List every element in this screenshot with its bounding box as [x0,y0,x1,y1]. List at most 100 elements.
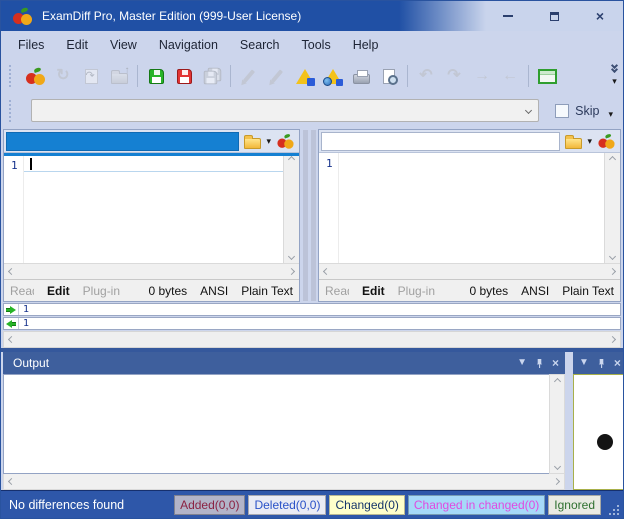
statistics-menu-arrow-icon[interactable]: ▼ [579,358,589,368]
resize-grip[interactable] [607,503,619,515]
statistics-content [573,374,624,490]
statistics-panel-header[interactable]: ▼ × [573,352,624,374]
toolbar-grip[interactable] [9,65,13,87]
output-horizontal-scrollbar[interactable] [3,474,565,490]
toolbar: ↻ ↑ ↶↷→← ▾ [1,59,623,93]
output-pin-icon[interactable] [535,358,544,369]
compare-second-icon[interactable] [598,134,614,148]
open-second-file-folder-icon[interactable] [565,138,582,149]
pane-status-edit[interactable]: Edit [362,284,385,298]
menu-navigation[interactable]: Navigation [148,33,229,57]
caption-buttons: × [485,1,623,31]
menu-help[interactable]: Help [342,33,390,57]
first-file-path-box[interactable] [6,132,239,151]
second-current-line [339,153,604,169]
output-panel-title: Output [13,356,49,370]
swap-panes-button[interactable] [77,63,105,90]
toolbar-separator [528,65,529,87]
open-files-button[interactable]: ↑ [105,63,133,90]
second-line-text: 1 [19,318,620,329]
status-message: No differences found [9,498,124,512]
save-differences-html-icon [323,68,343,85]
compare-first-icon[interactable] [277,134,293,148]
save-first-file-button[interactable] [142,63,170,90]
scroll-up-icon [553,378,560,385]
first-pane-statusbar: ReadEditPlug-in0 bytesANSIPlain Text [4,279,299,301]
undo-button[interactable]: ↶ [412,63,440,90]
toolbar-separator [407,65,408,87]
skip-options-arrow[interactable]: ▾ [608,109,613,120]
file-path-combobox[interactable] [31,99,539,122]
pane-splitter[interactable] [300,129,318,302]
output-menu-arrow-icon[interactable]: ▼ [517,358,527,368]
statistics-panel: ▼ × [573,352,624,490]
pane-status-plug-in[interactable]: Plug-in [398,284,435,298]
badge-deleted: Deleted(0,0) [248,495,326,515]
path-bar-grip[interactable] [9,100,13,122]
maximize-button[interactable] [531,1,577,31]
second-file-recent-arrow-icon[interactable]: ▾ [587,136,592,147]
previous-difference-button[interactable]: ← [496,63,524,90]
line-viewer-scrollbar[interactable] [3,331,621,348]
menu-tools[interactable]: Tools [291,33,342,57]
second-edit-area[interactable] [339,153,604,263]
close-button[interactable]: × [577,1,623,31]
open-first-file-folder-icon[interactable] [244,138,261,149]
copy-right-button[interactable] [4,304,19,315]
compare-button[interactable] [21,63,49,90]
toolbar-overflow-button[interactable]: ▾ [612,65,619,87]
pane-status-read[interactable]: Read [10,284,34,298]
output-vertical-scrollbar[interactable] [549,374,565,474]
next-difference-button[interactable]: → [468,63,496,90]
pane-status-0-bytes: 0 bytes [148,284,187,298]
print-button[interactable] [347,63,375,90]
save-second-file-button[interactable] [170,63,198,90]
edit-first-file-button[interactable] [235,63,263,90]
first-horizontal-scrollbar[interactable] [4,263,299,279]
pane-status-read[interactable]: Read [325,284,349,298]
edit-second-file-button[interactable] [263,63,291,90]
first-file-recent-arrow-icon[interactable]: ▾ [266,136,271,147]
menu-edit[interactable]: Edit [55,33,99,57]
skip-checkbox[interactable] [555,104,569,118]
toolbar-buttons: ↻ ↑ ↶↷→← [21,63,561,90]
second-file-editor[interactable]: 1 [319,153,620,263]
compare-panes: ▾ 1 ReadEditPlug-in0 bytesANSIPlain Text [1,128,623,302]
statusbar: No differences found Added(0,0)Deleted(0… [1,490,623,518]
toolbar-separator [137,65,138,87]
output-close-icon[interactable]: × [552,357,559,369]
statistics-pin-icon[interactable] [597,358,606,369]
first-line-row[interactable]: 1 [3,303,621,316]
pane-status-edit[interactable]: Edit [47,284,70,298]
second-file-path-box[interactable] [321,132,560,151]
minimize-button[interactable] [485,1,531,31]
first-edit-area[interactable] [24,153,283,263]
close-icon: × [596,9,604,23]
panes-view-button[interactable] [533,63,561,90]
panel-divider[interactable] [565,352,573,490]
save-both-files-button[interactable] [198,63,226,90]
second-vertical-scrollbar[interactable] [604,153,620,263]
menu-view[interactable]: View [99,33,148,57]
badge-changed-in-changed: Changed in changed(0) [408,495,545,515]
toolbar-options-arrow-icon: ▾ [612,76,617,87]
redo-button[interactable]: ↷ [440,63,468,90]
recompare-button[interactable]: ↻ [49,63,77,90]
pane-status-0-bytes: 0 bytes [469,284,508,298]
copy-left-button[interactable] [4,318,19,329]
menu-search[interactable]: Search [229,33,291,57]
menubar: FilesEditViewNavigationSearchToolsHelp [1,31,623,59]
second-horizontal-scrollbar[interactable] [319,263,620,279]
pane-status-plug-in[interactable]: Plug-in [83,284,120,298]
save-differences-html-button[interactable] [319,63,347,90]
save-differences-button[interactable] [291,63,319,90]
print-preview-button[interactable] [375,63,403,90]
second-line-row[interactable]: 1 [3,317,621,330]
output-panel-header[interactable]: Output ▼ × [3,352,565,374]
output-text-area[interactable] [3,374,549,474]
second-file-pane: ▾ 1 ReadEditPlug-in0 bytesANSIPlain Text [318,129,621,302]
first-file-editor[interactable]: 1 [4,153,299,263]
menu-files[interactable]: Files [7,33,55,57]
statistics-close-icon[interactable]: × [614,357,621,369]
first-vertical-scrollbar[interactable] [283,153,299,263]
